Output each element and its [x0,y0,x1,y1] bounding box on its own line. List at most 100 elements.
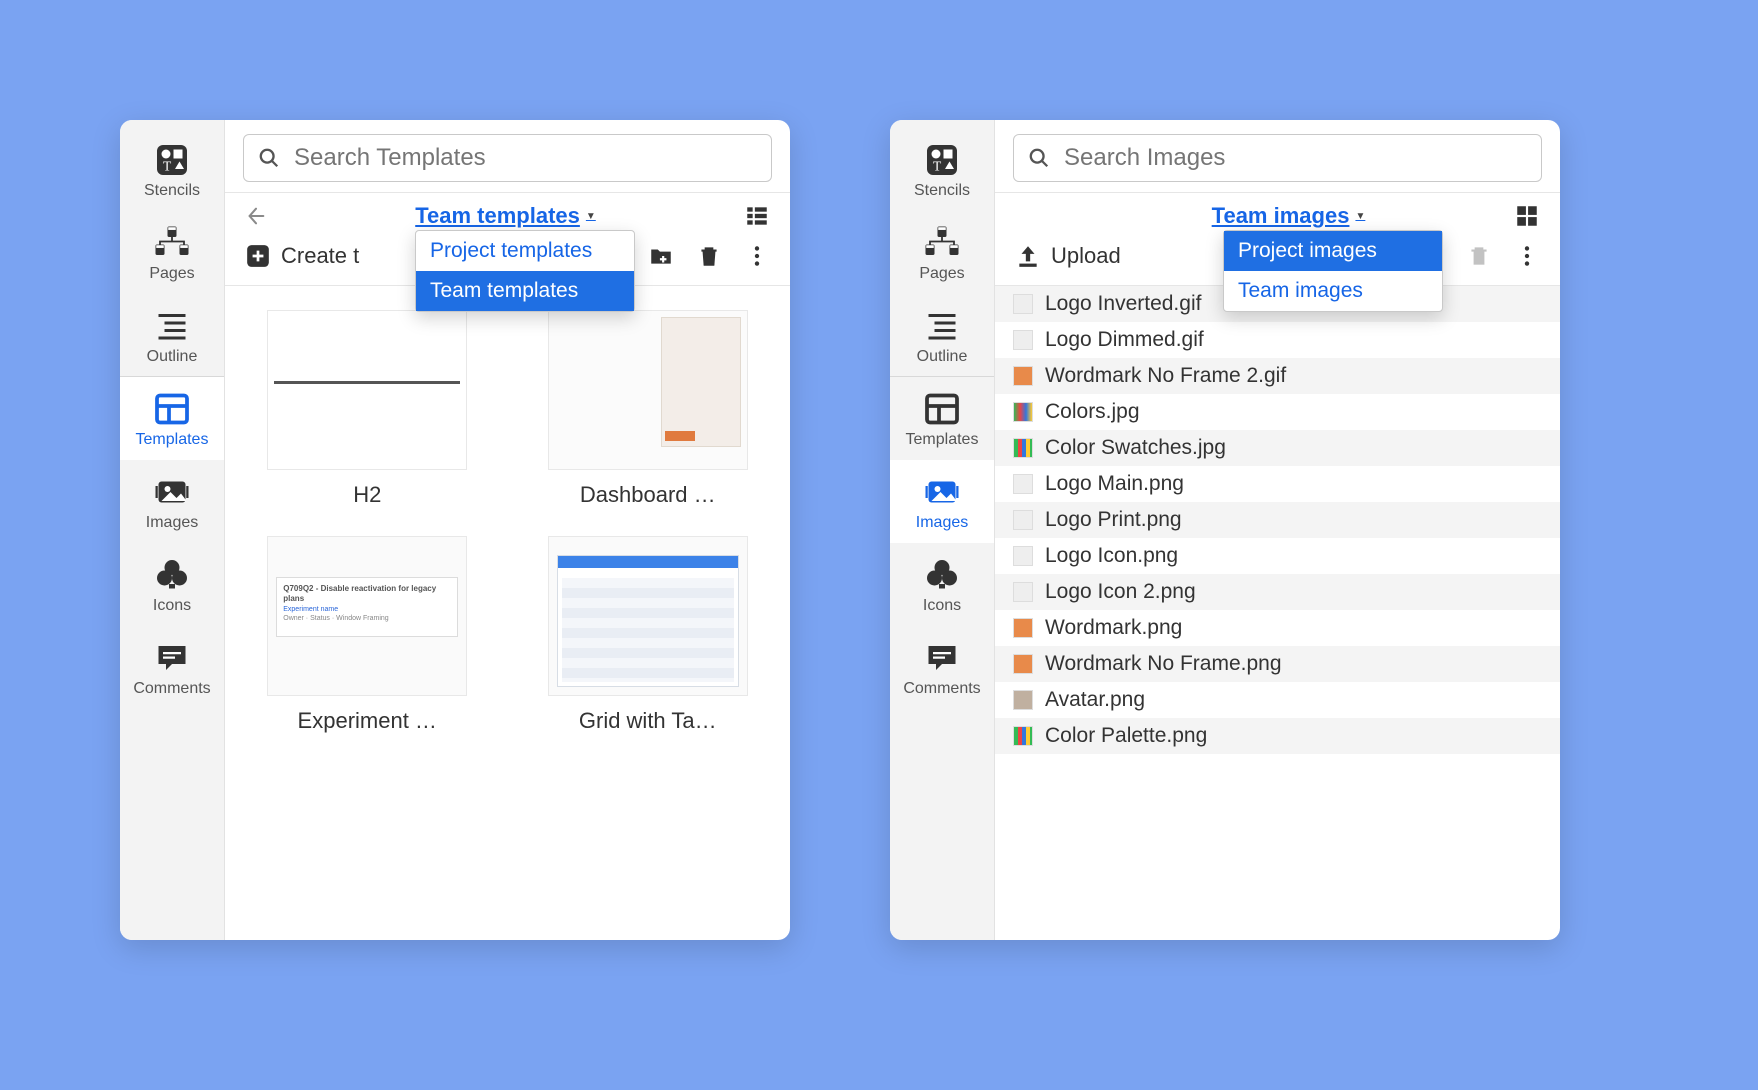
sidebar-item-comments[interactable]: Comments [120,626,224,709]
scope-label: Team templates [415,203,580,229]
template-thumb: Q709Q2 - Disable reactivation for legacy… [267,536,467,696]
sidebar: T Stencils Pages Outline Templates Image… [120,120,225,940]
sidebar-item-images[interactable]: Images [120,460,224,543]
image-filename: Logo Icon 2.png [1045,580,1196,604]
sidebar-label: Stencils [914,182,970,200]
sidebar-label: Icons [923,597,961,615]
template-title: H2 [353,482,381,508]
template-thumb [548,536,748,696]
template-title: Grid with Ta… [579,708,717,734]
image-filename: Avatar.png [1045,688,1145,712]
dropdown-item-team-images[interactable]: Team images [1224,271,1442,311]
scope-selector[interactable]: Team templates ▼ [415,203,596,229]
image-row[interactable]: Avatar.png [995,682,1560,718]
search-input[interactable] [1062,143,1527,173]
caret-down-icon: ▼ [586,211,596,222]
search-icon [1028,147,1050,169]
scope-label: Team images [1212,203,1350,229]
image-thumb-icon [1013,294,1033,314]
image-row[interactable]: Colors.jpg [995,394,1560,430]
sidebar-label: Images [916,514,968,532]
image-row[interactable]: Logo Main.png [995,466,1560,502]
sidebar-item-comments[interactable]: Comments [890,626,994,709]
trash-icon [1466,243,1492,269]
sidebar-item-outline[interactable]: Outline [890,294,994,377]
scope-selector[interactable]: Team images ▼ [1212,203,1366,229]
create-template-button[interactable]: Create t [245,243,359,269]
image-row[interactable]: Logo Dimmed.gif [995,322,1560,358]
sidebar-item-pages[interactable]: Pages [120,211,224,294]
image-filename: Wordmark No Frame.png [1045,652,1282,676]
image-thumb-icon [1013,474,1033,494]
image-thumb-icon [1013,330,1033,350]
dropdown-item-project-templates[interactable]: Project templates [416,231,634,271]
template-card[interactable]: Q709Q2 - Disable reactivation for legacy… [247,536,488,734]
image-row[interactable]: Color Swatches.jpg [995,430,1560,466]
sidebar-item-icons[interactable]: Icons [120,543,224,626]
grid-view-icon[interactable] [1514,203,1540,229]
search-box[interactable] [1013,134,1542,182]
image-filename: Color Palette.png [1045,724,1207,748]
template-card[interactable]: Dashboard … [528,310,769,508]
search-icon [258,147,280,169]
search-box[interactable] [243,134,772,182]
sidebar-label: Templates [906,431,979,449]
sidebar-item-pages[interactable]: Pages [890,211,994,294]
image-row[interactable]: Wordmark.png [995,610,1560,646]
template-thumb [548,310,748,470]
create-label: Create t [281,243,359,269]
image-thumb-icon [1013,618,1033,638]
sidebar-item-stencils[interactable]: T Stencils [890,128,994,211]
image-filename: Logo Inverted.gif [1045,292,1201,316]
image-list: Logo Inverted.gif Logo Dimmed.gif Wordmark… [995,286,1560,754]
sidebar-item-templates[interactable]: Templates [890,377,994,460]
back-icon[interactable] [245,205,267,227]
sidebar-item-icons[interactable]: Icons [890,543,994,626]
sidebar-label: Pages [919,265,964,283]
upload-button[interactable]: Upload [1015,243,1121,269]
image-row[interactable]: Wordmark No Frame.png [995,646,1560,682]
more-vert-icon[interactable] [1514,243,1540,269]
image-thumb-icon [1013,366,1033,386]
scope-dropdown: Project templates Team templates [415,230,635,312]
image-thumb-icon [1013,726,1033,746]
folder-plus-icon[interactable] [648,243,674,269]
caret-down-icon: ▼ [1355,211,1365,222]
image-row[interactable]: Wordmark No Frame 2.gif [995,358,1560,394]
trash-icon[interactable] [696,243,722,269]
upload-icon [1015,243,1041,269]
sidebar-label: Templates [136,431,209,449]
sidebar-item-outline[interactable]: Outline [120,294,224,377]
images-panel: T Stencils Pages Outline Templates Image… [890,120,1560,940]
templates-panel: T Stencils Pages Outline Templates Image… [120,120,790,940]
dropdown-item-project-images[interactable]: Project images [1224,231,1442,271]
dropdown-item-team-templates[interactable]: Team templates [416,271,634,311]
sidebar-label: Icons [153,597,191,615]
image-thumb-icon [1013,654,1033,674]
template-card[interactable]: H2 [247,310,488,508]
image-filename: Logo Print.png [1045,508,1182,532]
template-thumb [267,310,467,470]
image-row[interactable]: Logo Icon.png [995,538,1560,574]
sidebar-item-templates[interactable]: Templates [120,377,224,460]
list-view-icon[interactable] [744,203,770,229]
image-thumb-icon [1013,438,1033,458]
image-thumb-icon [1013,546,1033,566]
search-input[interactable] [292,143,757,173]
sidebar-label: Stencils [144,182,200,200]
template-card[interactable]: Grid with Ta… [528,536,769,734]
sidebar-label: Outline [147,348,198,366]
sidebar-label: Comments [133,680,210,698]
image-filename: Color Swatches.jpg [1045,436,1226,460]
image-row[interactable]: Logo Icon 2.png [995,574,1560,610]
svg-text:T: T [163,159,172,174]
sidebar-item-stencils[interactable]: T Stencils [120,128,224,211]
image-row[interactable]: Color Palette.png [995,718,1560,754]
sidebar: T Stencils Pages Outline Templates Image… [890,120,995,940]
more-vert-icon[interactable] [744,243,770,269]
plus-box-icon [245,243,271,269]
image-filename: Logo Dimmed.gif [1045,328,1204,352]
image-row[interactable]: Logo Print.png [995,502,1560,538]
sidebar-item-images[interactable]: Images [890,460,994,543]
image-filename: Logo Main.png [1045,472,1184,496]
